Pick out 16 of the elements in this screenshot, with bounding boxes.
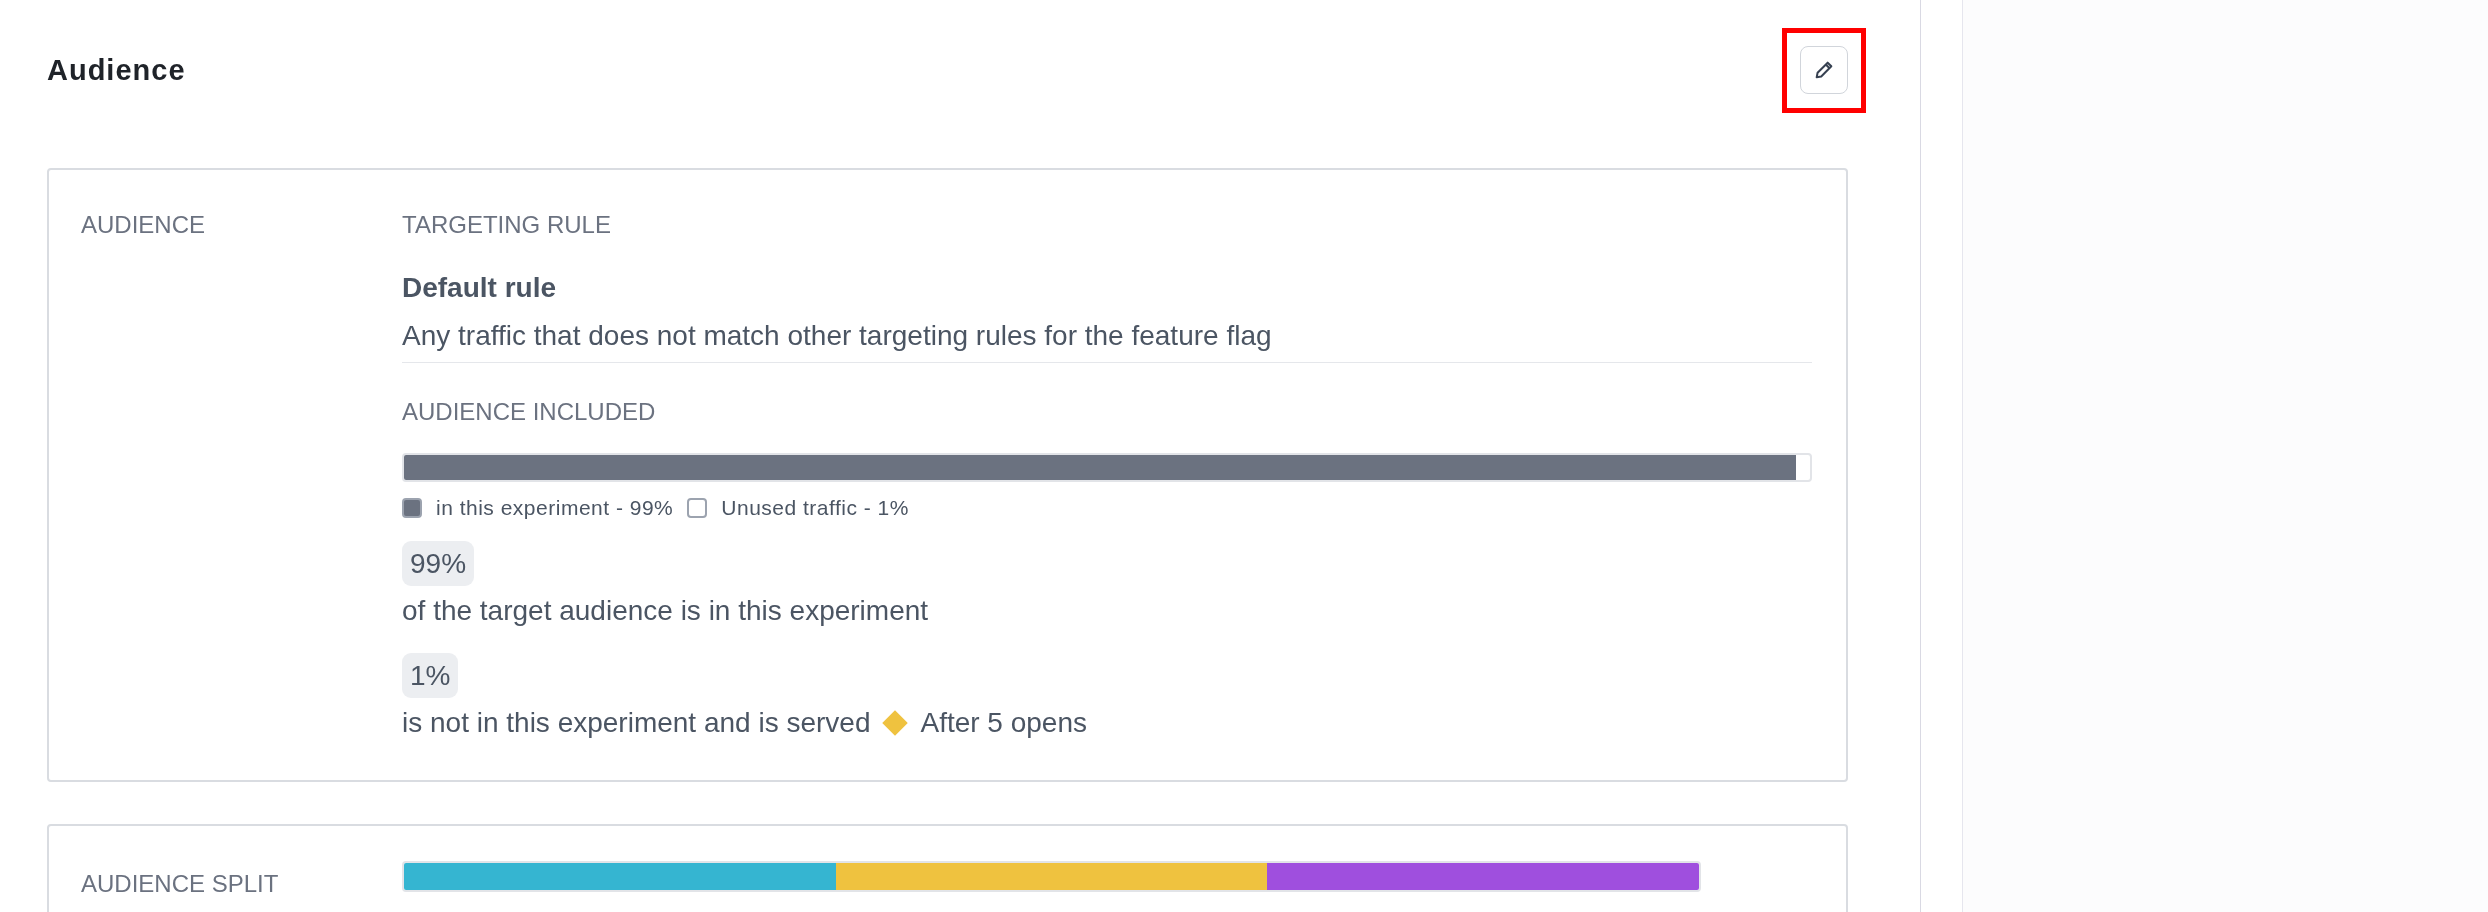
section-title: Audience (47, 53, 186, 87)
section-heading: TARGETING RULE (402, 210, 612, 240)
legend-label: Unused traffic - 1% (721, 495, 909, 521)
percent-badge: 1% (402, 653, 459, 698)
stat-text: is not in this experiment and is served (402, 706, 871, 740)
rule-description: Any traffic that does not match other targeting rules for the feature flag (402, 319, 1273, 353)
card-label: AUDIENCE SPLIT (81, 869, 280, 899)
stat-text: of the target audience is in this experiment (402, 594, 930, 628)
section-heading: AUDIENCE INCLUDED (402, 397, 657, 427)
pencil-icon (1813, 59, 1835, 81)
legend-label: in this experiment - 99% (436, 495, 674, 521)
edit-button[interactable] (1800, 46, 1848, 94)
percent-badge: 99% (402, 541, 475, 586)
card-label: AUDIENCE (81, 210, 207, 240)
rule-name: Default rule (402, 271, 558, 305)
variant-name: After 5 opens (920, 706, 1087, 740)
